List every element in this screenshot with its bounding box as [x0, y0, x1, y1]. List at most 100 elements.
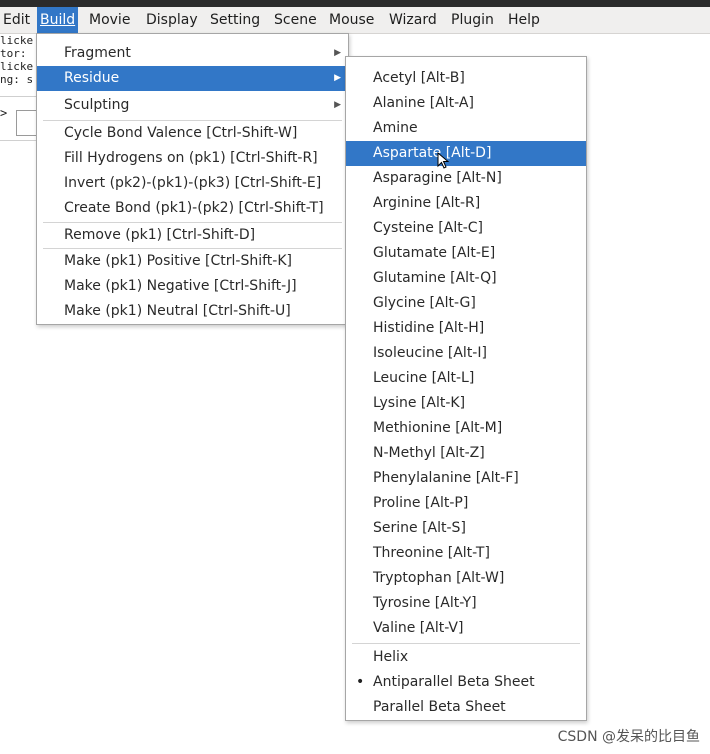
build-item-residue[interactable]: Residue ▶: [37, 66, 348, 91]
command-divider: [0, 140, 40, 141]
menu-separator: [352, 643, 580, 644]
item-label: Helix: [373, 649, 409, 665]
build-item-make-neutral[interactable]: Make (pk1) Neutral [Ctrl-Shift-U]: [37, 299, 348, 324]
item-label: Parallel Beta Sheet: [373, 699, 506, 715]
menu-build[interactable]: Build: [37, 7, 79, 33]
build-item-create-bond[interactable]: Create Bond (pk1)-(pk2) [Ctrl-Shift-T]: [37, 196, 348, 221]
item-label: Proline [Alt-P]: [373, 495, 469, 511]
residue-item[interactable]: Alanine [Alt-A]: [346, 91, 586, 116]
item-label: Arginine [Alt-R]: [373, 195, 481, 211]
menu-wizard[interactable]: Wizard: [386, 7, 440, 33]
watermark: CSDN @发呆的比目鱼: [557, 729, 700, 745]
build-item-remove[interactable]: Remove (pk1) [Ctrl-Shift-D]: [37, 223, 348, 248]
residue-item[interactable]: Parallel Beta Sheet: [346, 695, 586, 720]
build-item-cycle-bond-valence[interactable]: Cycle Bond Valence [Ctrl-Shift-W]: [37, 121, 348, 146]
residue-item[interactable]: Amine: [346, 116, 586, 141]
item-label: Isoleucine [Alt-I]: [373, 345, 487, 361]
item-label: Phenylalanine [Alt-F]: [373, 470, 519, 486]
item-label: Methionine [Alt-M]: [373, 420, 503, 436]
build-item-make-negative[interactable]: Make (pk1) Negative [Ctrl-Shift-J]: [37, 274, 348, 299]
item-label: Make (pk1) Positive [Ctrl-Shift-K]: [64, 253, 292, 269]
residue-item[interactable]: Valine [Alt-V]: [346, 616, 586, 641]
item-label: Amine: [373, 120, 418, 136]
item-label: Sculpting: [64, 97, 130, 113]
command-prompt: >: [0, 106, 8, 120]
item-label: Remove (pk1) [Ctrl-Shift-D]: [64, 227, 256, 243]
console-divider: [0, 96, 40, 97]
item-label: Fragment: [64, 45, 131, 61]
console-line: licke: [0, 60, 34, 73]
residue-item[interactable]: Tyrosine [Alt-Y]: [346, 591, 586, 616]
residue-item[interactable]: Serine [Alt-S]: [346, 516, 586, 541]
residue-item[interactable]: Asparagine [Alt-N]: [346, 166, 586, 191]
item-label: Make (pk1) Negative [Ctrl-Shift-J]: [64, 278, 297, 294]
residue-item[interactable]: Aspartate [Alt-D]: [346, 141, 586, 166]
menu-setting[interactable]: Setting: [207, 7, 263, 33]
residue-item[interactable]: Methionine [Alt-M]: [346, 416, 586, 441]
menu-movie[interactable]: Movie: [86, 7, 133, 33]
residue-submenu: Acetyl [Alt-B] Alanine [Alt-A] Amine Aspart…: [345, 56, 587, 721]
residue-item[interactable]: N-Methyl [Alt-Z]: [346, 441, 586, 466]
menu-help[interactable]: Help: [505, 7, 543, 33]
chevron-right-icon: ▶: [334, 100, 341, 110]
item-label: Antiparallel Beta Sheet: [373, 674, 535, 690]
build-item-fill-hydrogens[interactable]: Fill Hydrogens on (pk1) [Ctrl-Shift-R]: [37, 146, 348, 171]
residue-item[interactable]: Cysteine [Alt-C]: [346, 216, 586, 241]
item-label: Tyrosine [Alt-Y]: [373, 595, 477, 611]
item-label: Valine [Alt-V]: [373, 620, 464, 636]
item-label: Glutamine [Alt-Q]: [373, 270, 497, 286]
residue-item[interactable]: Proline [Alt-P]: [346, 491, 586, 516]
build-menu: Fragment ▶ Residue ▶ Sculpting ▶ Cycle B…: [36, 33, 349, 325]
item-label: Cysteine [Alt-C]: [373, 220, 483, 236]
item-label: Residue: [64, 70, 120, 86]
residue-item[interactable]: Glycine [Alt-G]: [346, 291, 586, 316]
residue-item[interactable]: Isoleucine [Alt-I]: [346, 341, 586, 366]
residue-item[interactable]: Leucine [Alt-L]: [346, 366, 586, 391]
residue-item[interactable]: Glutamine [Alt-Q]: [346, 266, 586, 291]
build-item-make-positive[interactable]: Make (pk1) Positive [Ctrl-Shift-K]: [37, 249, 348, 274]
residue-item[interactable]: Lysine [Alt-K]: [346, 391, 586, 416]
window-top-edge: [0, 0, 710, 7]
item-label: Cycle Bond Valence [Ctrl-Shift-W]: [64, 125, 298, 141]
item-label: Lysine [Alt-K]: [373, 395, 466, 411]
menu-scene[interactable]: Scene: [271, 7, 320, 33]
chevron-right-icon: ▶: [334, 73, 341, 83]
residue-item[interactable]: Histidine [Alt-H]: [346, 316, 586, 341]
residue-item[interactable]: Glutamate [Alt-E]: [346, 241, 586, 266]
item-label: Invert (pk2)-(pk1)-(pk3) [Ctrl-Shift-E]: [64, 175, 322, 191]
item-label: Alanine [Alt-A]: [373, 95, 474, 111]
residue-item[interactable]: Acetyl [Alt-B]: [346, 66, 586, 91]
console-line: tor:: [0, 47, 27, 60]
radio-bullet-icon: •: [356, 674, 365, 690]
item-label: Serine [Alt-S]: [373, 520, 466, 536]
build-item-invert[interactable]: Invert (pk2)-(pk1)-(pk3) [Ctrl-Shift-E]: [37, 171, 348, 196]
item-label: Tryptophan [Alt-W]: [373, 570, 505, 586]
item-label: N-Methyl [Alt-Z]: [373, 445, 485, 461]
menu-display[interactable]: Display: [143, 7, 201, 33]
item-label: Make (pk1) Neutral [Ctrl-Shift-U]: [64, 303, 291, 319]
menu-plugin[interactable]: Plugin: [448, 7, 497, 33]
residue-item[interactable]: • Antiparallel Beta Sheet: [346, 670, 586, 695]
residue-item[interactable]: Arginine [Alt-R]: [346, 191, 586, 216]
item-label: Acetyl [Alt-B]: [373, 70, 465, 86]
chevron-right-icon: ▶: [334, 48, 341, 58]
residue-item[interactable]: Helix: [346, 645, 586, 670]
build-item-fragment[interactable]: Fragment ▶: [37, 41, 348, 66]
item-label: Create Bond (pk1)-(pk2) [Ctrl-Shift-T]: [64, 200, 324, 216]
residue-item[interactable]: Phenylalanine [Alt-F]: [346, 466, 586, 491]
mouse-pointer-icon: [437, 152, 449, 169]
item-label: Leucine [Alt-L]: [373, 370, 475, 386]
item-label: Glutamate [Alt-E]: [373, 245, 496, 261]
menu-bar: Edit Build Movie Display Setting Scene M…: [0, 7, 710, 34]
console-line: licke: [0, 34, 34, 47]
console-line: ng: s: [0, 73, 34, 86]
item-label: Histidine [Alt-H]: [373, 320, 485, 336]
build-item-sculpting[interactable]: Sculpting ▶: [37, 93, 348, 118]
item-label: Fill Hydrogens on (pk1) [Ctrl-Shift-R]: [64, 150, 318, 166]
item-label: Threonine [Alt-T]: [373, 545, 490, 561]
menu-mouse[interactable]: Mouse: [326, 7, 377, 33]
residue-item[interactable]: Tryptophan [Alt-W]: [346, 566, 586, 591]
menu-edit[interactable]: Edit: [0, 7, 33, 33]
residue-item[interactable]: Threonine [Alt-T]: [346, 541, 586, 566]
item-label: Glycine [Alt-G]: [373, 295, 476, 311]
